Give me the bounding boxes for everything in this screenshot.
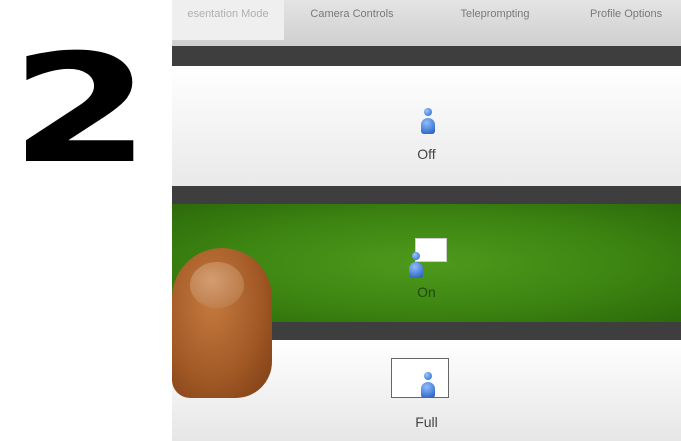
person-with-pip-icon — [407, 238, 447, 282]
tab-teleprompting[interactable]: Teleprompting — [420, 0, 570, 40]
divider — [172, 186, 681, 204]
option-off-label: Off — [417, 146, 436, 162]
person-in-frame-icon — [390, 358, 449, 408]
divider — [172, 46, 681, 66]
tab-camera-controls[interactable]: Camera Controls — [284, 0, 420, 40]
tab-presentation-mode[interactable]: esentation Mode — [172, 0, 284, 40]
step-number: 2 — [10, 23, 151, 197]
option-on-label: On — [417, 284, 436, 300]
person-icon — [407, 104, 447, 144]
tab-profile-options[interactable]: Profile Options — [570, 0, 681, 40]
fingernail — [190, 262, 244, 308]
option-off-button[interactable]: Off — [172, 66, 681, 186]
tab-bar: esentation Mode Camera Controls Teleprom… — [172, 0, 681, 46]
option-full-label: Full — [415, 414, 438, 430]
